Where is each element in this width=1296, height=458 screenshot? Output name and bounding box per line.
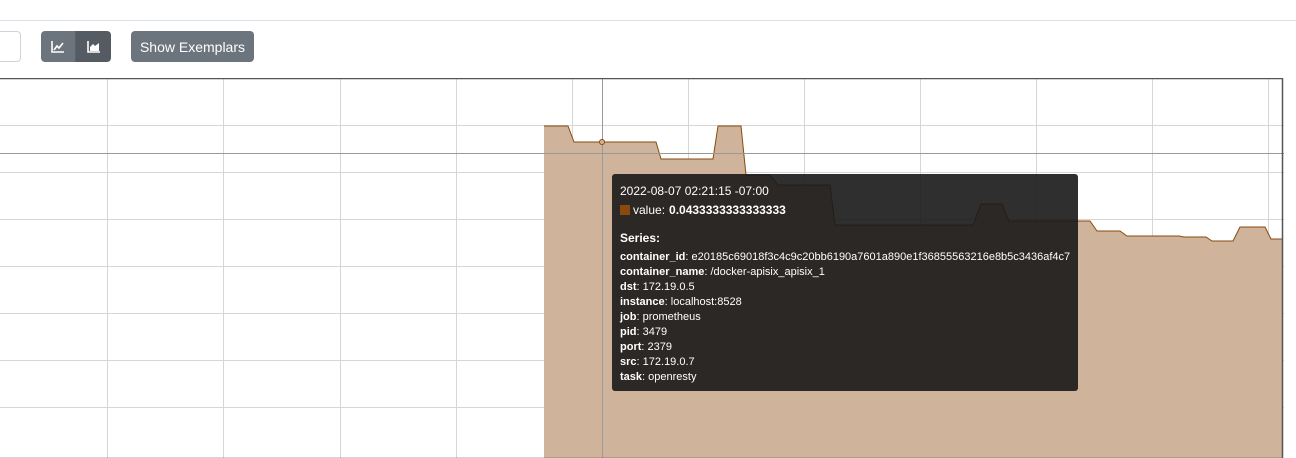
label-container-name: container_name: /docker-apisix_apisix_1 [620,265,1070,280]
data-point-tooltip: 2022-08-07 02:21:15 -07:00 value: 0.0433… [612,174,1078,391]
header-divider [0,20,1296,21]
tooltip-value-label: value: [633,203,665,217]
tooltip-label-list: container_id: e20185c69018f3c4c9c20bb619… [620,250,1070,385]
tooltip-timestamp: 2022-08-07 02:21:15 -07:00 [620,184,1070,198]
show-exemplars-button[interactable]: Show Exemplars [131,31,254,62]
label-instance: instance: localhost:8528 [620,295,1070,310]
label-dst: dst: 172.19.0.5 [620,280,1070,295]
label-port: port: 2379 [620,340,1070,355]
label-container-id: container_id: e20185c69018f3c4c9c20bb619… [620,250,1070,265]
stacked-chart-button[interactable] [76,31,111,62]
line-chart-icon [51,41,65,53]
series-color-swatch [620,205,630,215]
line-chart-button[interactable] [41,31,76,62]
label-task: task: openresty [620,370,1070,385]
tooltip-series-heading: Series: [620,231,1070,245]
label-pid: pid: 3479 [620,325,1070,340]
tooltip-value: 0.0433333333333333 [669,203,786,217]
tooltip-value-row: value: 0.0433333333333333 [620,203,1070,217]
label-job: job: prometheus [620,310,1070,325]
hover-point [600,140,605,145]
chart-type-toggle [41,31,111,62]
stacked-area-chart-icon [87,41,101,53]
label-src: src: 172.19.0.7 [620,355,1070,370]
range-input[interactable] [0,31,21,62]
